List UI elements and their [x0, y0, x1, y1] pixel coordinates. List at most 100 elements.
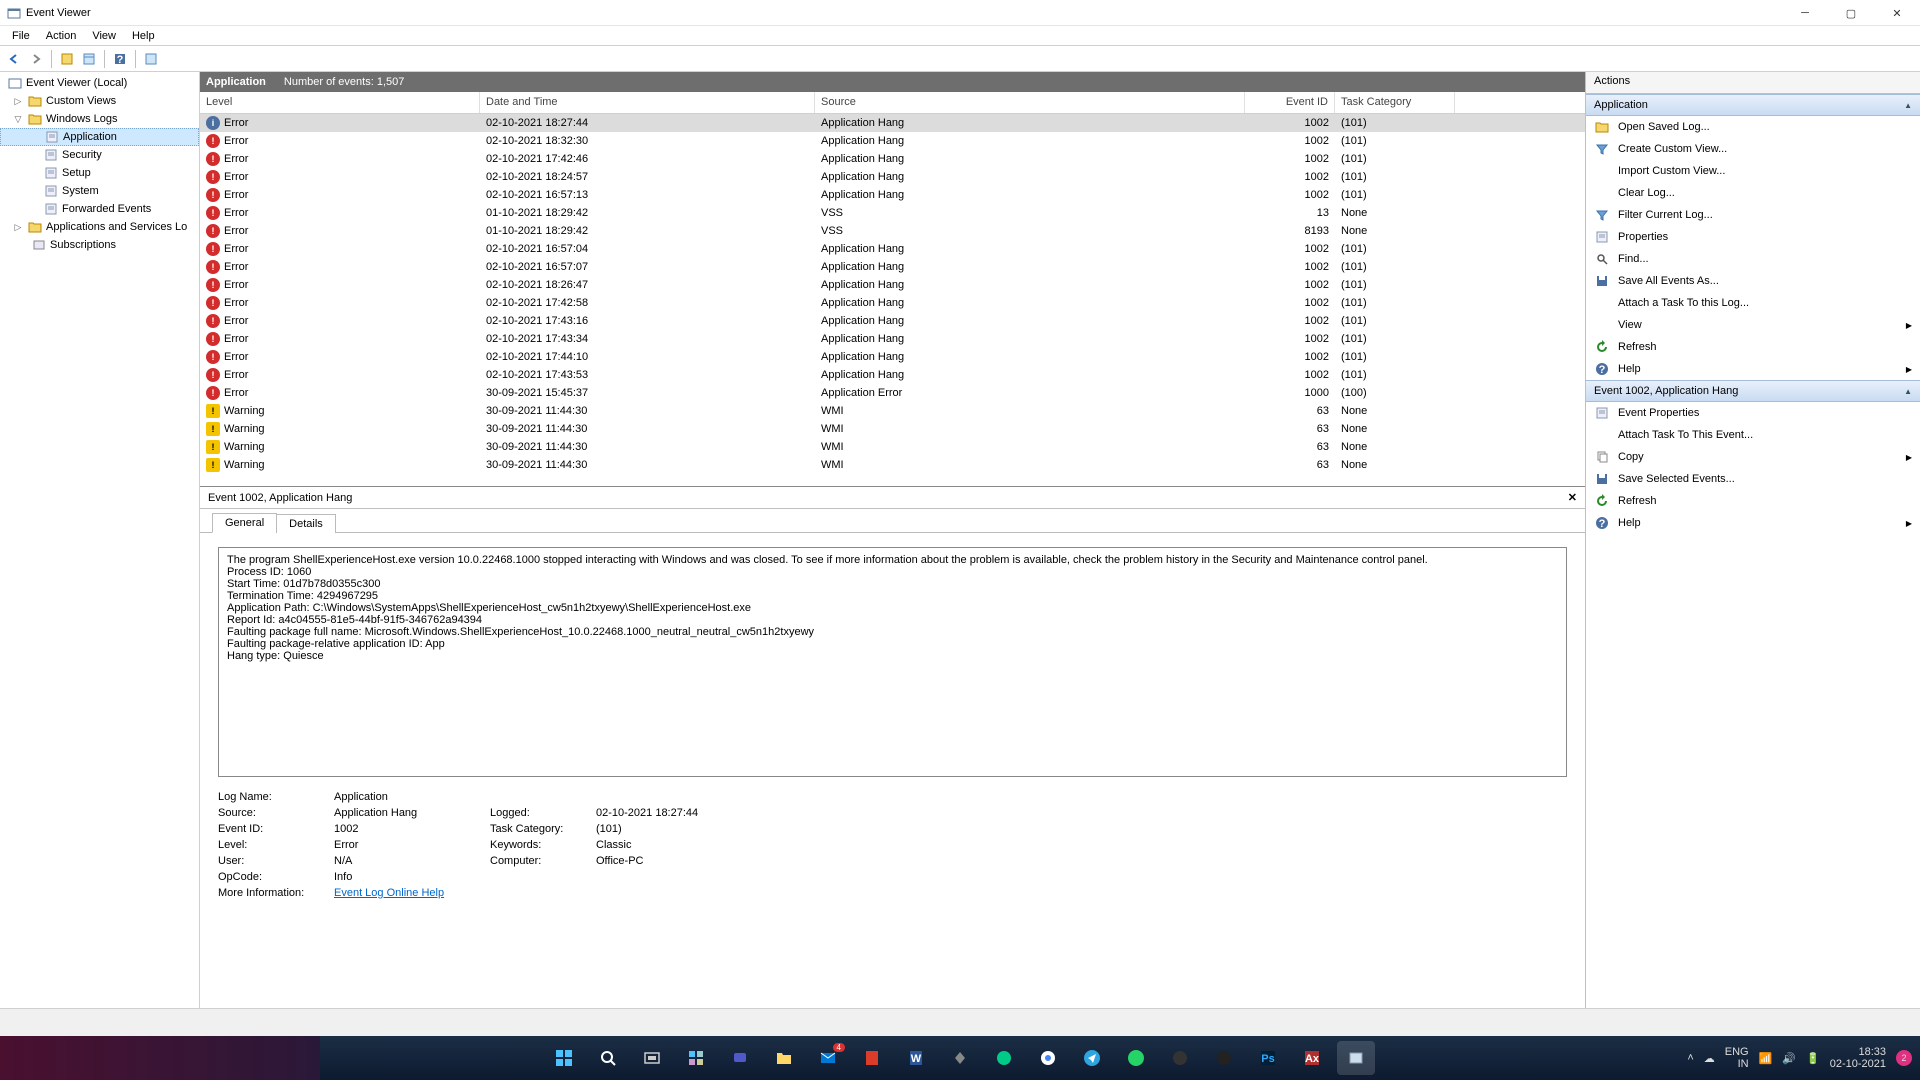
widgets-icon[interactable] [677, 1041, 715, 1075]
event-row[interactable]: Error02-10-2021 16:57:07Application Hang… [200, 258, 1585, 276]
action-open-saved-log[interactable]: Open Saved Log... [1586, 116, 1920, 138]
taskview-icon[interactable] [633, 1041, 671, 1075]
maximize-button[interactable]: ▢ [1828, 0, 1874, 26]
actions-section-application[interactable]: Application▲ [1586, 94, 1920, 116]
tray-expand-icon[interactable]: ˄ [1687, 1052, 1693, 1064]
event-row[interactable]: Error30-09-2021 15:45:37Application Erro… [200, 384, 1585, 402]
volume-icon[interactable]: 🔊 [1782, 1052, 1796, 1065]
action-refresh[interactable]: Refresh [1586, 336, 1920, 358]
expand-icon[interactable]: ▷ [12, 222, 24, 233]
systray[interactable]: ˄ ☁ ENG IN 📶 🔊 🔋 18:33 02-10-2021 2 [1687, 1046, 1912, 1070]
column-level[interactable]: Level [200, 92, 480, 113]
action-save-selected-events[interactable]: Save Selected Events... [1586, 468, 1920, 490]
event-row[interactable]: Warning30-09-2021 11:44:30WMI63None [200, 456, 1585, 474]
start-button[interactable] [545, 1041, 583, 1075]
tree-subscriptions[interactable]: Subscriptions [0, 236, 199, 254]
event-row[interactable]: Error02-10-2021 17:44:10Application Hang… [200, 348, 1585, 366]
menu-action[interactable]: Action [38, 28, 85, 44]
menu-file[interactable]: File [4, 28, 38, 44]
clock[interactable]: 18:33 02-10-2021 [1830, 1046, 1886, 1070]
app2-icon[interactable] [1161, 1041, 1199, 1075]
event-row[interactable]: Error02-10-2021 17:42:46Application Hang… [200, 150, 1585, 168]
eventviewer-taskbar-icon[interactable] [1337, 1041, 1375, 1075]
event-row[interactable]: Error02-10-2021 17:43:53Application Hang… [200, 366, 1585, 384]
refresh-button[interactable] [141, 49, 161, 69]
event-row[interactable]: Error02-10-2021 16:57:04Application Hang… [200, 240, 1585, 258]
action-event-properties[interactable]: Event Properties [1586, 402, 1920, 424]
tree-apps-services[interactable]: ▷ Applications and Services Lo [0, 218, 199, 236]
event-row[interactable]: Error01-10-2021 18:29:42VSS8193None [200, 222, 1585, 240]
close-button[interactable]: ✕ [1874, 0, 1920, 26]
action-copy[interactable]: Copy▶ [1586, 446, 1920, 468]
tree-custom-views[interactable]: ▷ Custom Views [0, 92, 199, 110]
column-taskcategory[interactable]: Task Category [1335, 92, 1455, 113]
tree-log-system[interactable]: System [0, 182, 199, 200]
event-row[interactable]: Error02-10-2021 18:24:57Application Hang… [200, 168, 1585, 186]
whatsapp-icon[interactable] [1117, 1041, 1155, 1075]
edge-icon[interactable] [985, 1041, 1023, 1075]
tab-details[interactable]: Details [276, 514, 336, 533]
column-date[interactable]: Date and Time [480, 92, 815, 113]
battery-icon[interactable]: 🔋 [1806, 1052, 1820, 1065]
tree-root[interactable]: Event Viewer (Local) [0, 74, 199, 92]
action-attach-task-to-this-event[interactable]: Attach Task To This Event... [1586, 424, 1920, 446]
action-save-all-events-as[interactable]: Save All Events As... [1586, 270, 1920, 292]
event-row[interactable]: Error02-10-2021 17:43:34Application Hang… [200, 330, 1585, 348]
back-button[interactable] [4, 49, 24, 69]
event-row[interactable]: Error02-10-2021 18:32:30Application Hang… [200, 132, 1585, 150]
help-button[interactable]: ? [110, 49, 130, 69]
tree-log-security[interactable]: Security [0, 146, 199, 164]
explorer-icon[interactable] [765, 1041, 803, 1075]
tree-log-application[interactable]: Application [0, 128, 199, 146]
action-help[interactable]: ?Help▶ [1586, 512, 1920, 534]
wifi-icon[interactable]: 📶 [1759, 1052, 1773, 1065]
column-source[interactable]: Source [815, 92, 1245, 113]
photoshop-icon[interactable]: Ps [1249, 1041, 1287, 1075]
action-clear-log[interactable]: Clear Log... [1586, 182, 1920, 204]
tab-general[interactable]: General [212, 513, 277, 533]
chat-icon[interactable] [721, 1041, 759, 1075]
nav-tree[interactable]: Event Viewer (Local) ▷ Custom Views ▽ Wi… [0, 72, 200, 1008]
tree-log-forwarded-events[interactable]: Forwarded Events [0, 200, 199, 218]
obs-icon[interactable] [1205, 1041, 1243, 1075]
action-filter-current-log[interactable]: Filter Current Log... [1586, 204, 1920, 226]
event-row[interactable]: Error02-10-2021 18:27:44Application Hang… [200, 114, 1585, 132]
event-row[interactable]: Warning30-09-2021 11:44:30WMI63None [200, 402, 1585, 420]
event-row[interactable]: Error02-10-2021 16:57:13Application Hang… [200, 186, 1585, 204]
action-find[interactable]: Find... [1586, 248, 1920, 270]
actions-section-event[interactable]: Event 1002, Application Hang▲ [1586, 380, 1920, 402]
app-icon[interactable] [941, 1041, 979, 1075]
show-tree-button[interactable] [57, 49, 77, 69]
column-eventid[interactable]: Event ID [1245, 92, 1335, 113]
telegram-icon[interactable] [1073, 1041, 1111, 1075]
event-row[interactable]: Error02-10-2021 17:42:58Application Hang… [200, 294, 1585, 312]
tree-windows-logs[interactable]: ▽ Windows Logs [0, 110, 199, 128]
action-view[interactable]: View▶ [1586, 314, 1920, 336]
properties-button[interactable] [79, 49, 99, 69]
action-refresh[interactable]: Refresh [1586, 490, 1920, 512]
event-row[interactable]: Error02-10-2021 18:26:47Application Hang… [200, 276, 1585, 294]
event-row[interactable]: Warning30-09-2021 11:44:30WMI63None [200, 438, 1585, 456]
word-icon[interactable]: W [897, 1041, 935, 1075]
menu-view[interactable]: View [84, 28, 124, 44]
forward-button[interactable] [26, 49, 46, 69]
acrobat-icon[interactable] [853, 1041, 891, 1075]
notifications-icon[interactable]: 2 [1896, 1050, 1912, 1066]
onedrive-icon[interactable]: ☁ [1704, 1052, 1715, 1065]
language-indicator[interactable]: ENG IN [1725, 1046, 1749, 1070]
action-create-custom-view[interactable]: Create Custom View... [1586, 138, 1920, 160]
action-help[interactable]: ?Help▶ [1586, 358, 1920, 380]
chrome-icon[interactable] [1029, 1041, 1067, 1075]
action-properties[interactable]: Properties [1586, 226, 1920, 248]
search-icon[interactable] [589, 1041, 627, 1075]
mail-icon[interactable]: 4 [809, 1041, 847, 1075]
event-row[interactable]: Warning30-09-2021 11:44:30WMI63None [200, 420, 1585, 438]
grid-body[interactable]: Error02-10-2021 18:27:44Application Hang… [200, 114, 1585, 486]
detail-close-button[interactable]: ✕ [1568, 491, 1577, 504]
event-row[interactable]: Error02-10-2021 17:43:16Application Hang… [200, 312, 1585, 330]
action-attach-a-task-to-this-log[interactable]: Attach a Task To this Log... [1586, 292, 1920, 314]
expand-icon[interactable]: ▷ [12, 96, 24, 107]
collapse-icon[interactable]: ▽ [12, 114, 24, 125]
minimize-button[interactable]: ─ [1782, 0, 1828, 26]
tree-log-setup[interactable]: Setup [0, 164, 199, 182]
